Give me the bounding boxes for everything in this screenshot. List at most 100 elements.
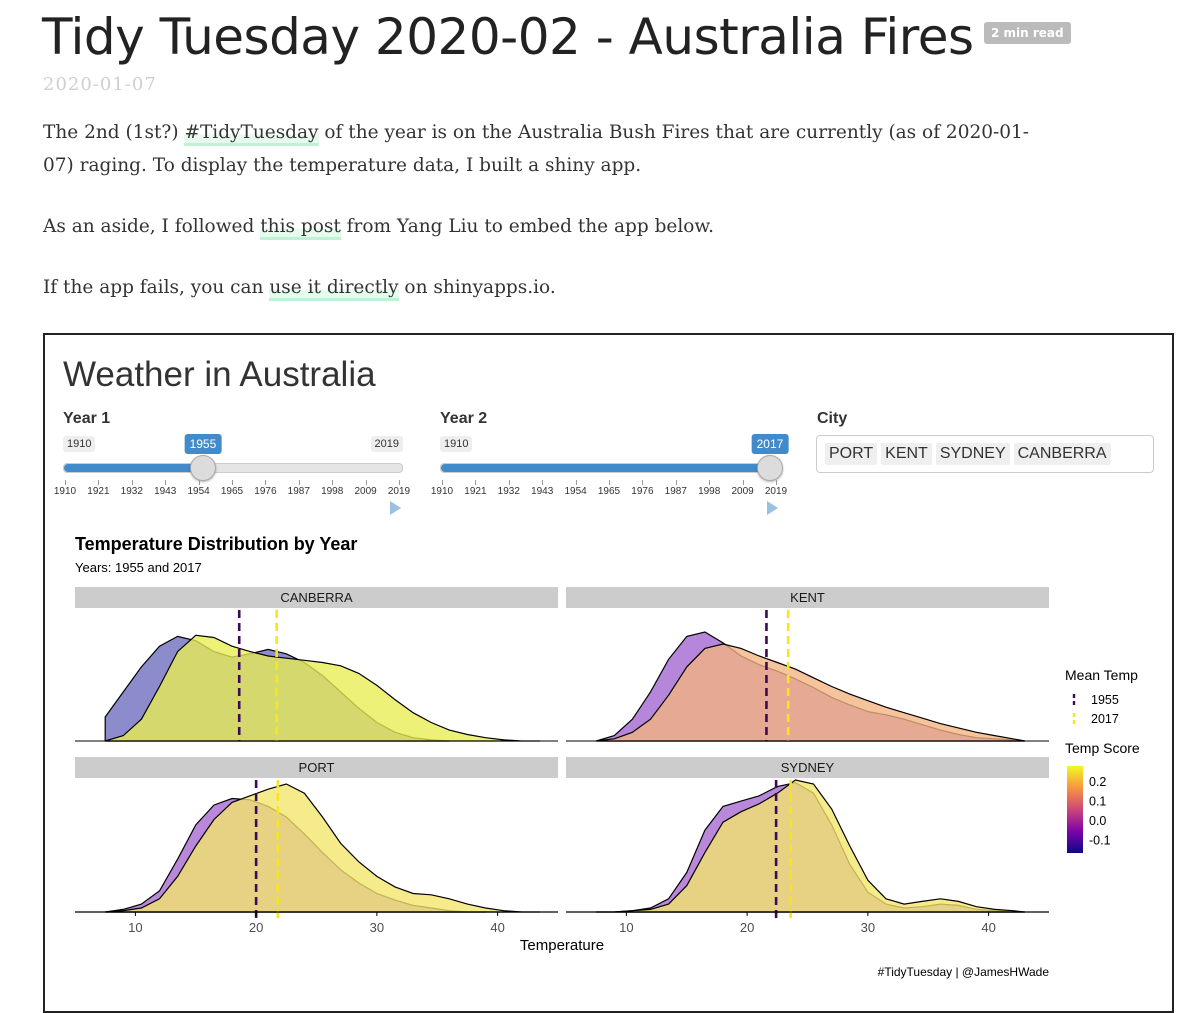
- slider-tick: [542, 480, 544, 485]
- legend-score-label: -0.1: [1089, 834, 1111, 848]
- year1-max-label: 2019: [370, 436, 403, 452]
- slider-tick-label: 1976: [254, 486, 277, 497]
- year1-handle[interactable]: [189, 455, 216, 481]
- slider-tick: [742, 480, 744, 485]
- legend-score-colorbar: [1067, 766, 1083, 853]
- x-tick-label: 40: [981, 920, 995, 935]
- chart-caption: #TidyTuesday | @JamesHWade: [878, 965, 1050, 979]
- use-it-directly-link[interactable]: use it directly: [269, 277, 399, 301]
- city-chip-kent[interactable]: KENT: [881, 443, 932, 465]
- year2-handle[interactable]: [756, 455, 783, 481]
- slider-tick-label: 2019: [387, 486, 411, 497]
- city-select-input[interactable]: PORT KENT SYDNEY CANBERRA: [816, 435, 1154, 473]
- facet-label-kent: KENT: [790, 590, 825, 605]
- year1-value-label: 1955: [184, 434, 222, 454]
- year2-play-icon[interactable]: [767, 501, 778, 515]
- legend-score-label: 0.0: [1089, 814, 1106, 828]
- density-port-2017: [105, 783, 540, 913]
- slider-tick: [442, 480, 443, 485]
- x-tick-label: 20: [740, 920, 754, 935]
- slider-tick: [575, 480, 577, 485]
- x-tick-label: 20: [249, 920, 263, 935]
- slider-tick: [165, 480, 167, 485]
- this-post-link[interactable]: this post: [260, 216, 341, 240]
- tidytuesday-link[interactable]: #TidyTuesday: [184, 122, 319, 146]
- slider-tick: [675, 480, 677, 485]
- slider-tick-label: 1987: [664, 486, 687, 497]
- legend-score-label: 0.1: [1089, 795, 1106, 809]
- slider-tick-label: 1954: [187, 486, 210, 497]
- legend-mean-label-2017: 2017: [1091, 712, 1119, 726]
- slider-tick-label: 1921: [464, 486, 487, 497]
- post-date: 2020-01-07: [43, 74, 157, 95]
- year2-track[interactable]: [440, 463, 780, 473]
- x-tick-label: 40: [490, 920, 504, 935]
- slider-tick-label: 1998: [321, 486, 344, 497]
- slider-tick-label: 2009: [731, 486, 754, 497]
- x-tick-label: 30: [861, 920, 875, 935]
- x-tick-label: 10: [128, 920, 142, 935]
- intro-paragraph: The 2nd (1st?) #TidyTuesday of the year …: [43, 116, 1043, 182]
- slider-tick: [776, 480, 777, 485]
- x-tick-label: 10: [619, 920, 633, 935]
- city-chip-canberra[interactable]: CANBERRA: [1013, 443, 1111, 465]
- city-label: City: [817, 410, 848, 427]
- x-axis-title: Temperature: [520, 937, 604, 954]
- city-chip-port[interactable]: PORT: [825, 443, 878, 465]
- density-sydney-2017: [596, 779, 1025, 913]
- x-tick-label: 30: [370, 920, 384, 935]
- aside-text-start: As an aside, I followed: [43, 216, 261, 237]
- year1-label: Year 1: [63, 410, 111, 427]
- slider-tick: [642, 480, 644, 485]
- chart-title: Temperature Distribution by Year: [75, 534, 357, 554]
- year2-ticks: 1910 1921 1932 1943 1954 1965 1976 1987 1998 2009…: [431, 480, 787, 500]
- slider-tick: [365, 480, 367, 485]
- legend-mean-title: Mean Temp: [1065, 667, 1138, 683]
- post-title: Tidy Tuesday 2020-02 - Australia Fires: [42, 8, 974, 66]
- slider-tick-label: 1910: [430, 486, 454, 497]
- facet-label-sydney: SYDNEY: [781, 760, 835, 775]
- year1-track[interactable]: [63, 463, 403, 473]
- year2-label: Year 2: [440, 410, 488, 427]
- intro-text-start: The 2nd (1st?): [43, 122, 185, 143]
- year2-min-label: 1910: [440, 436, 473, 452]
- slider-tick: [265, 480, 267, 485]
- year1-ticks: 1910 1921 1932 1943 1954 1965 1976 1987 1998 2009…: [54, 480, 410, 500]
- slider-tick-label: 1998: [698, 486, 721, 497]
- slider-tick-label: 1954: [564, 486, 587, 497]
- slider-tick: [131, 480, 133, 485]
- year2-fill: [441, 464, 771, 472]
- slider-tick-label: 1932: [497, 486, 520, 497]
- slider-tick-label: 1965: [597, 486, 621, 497]
- slider-tick: [65, 480, 66, 485]
- chart-subtitle: Years: 1955 and 2017: [75, 560, 202, 575]
- slider-tick: [232, 480, 233, 485]
- aside-text-end: from Yang Liu to embed the app below.: [340, 216, 714, 237]
- slider-tick: [609, 480, 610, 485]
- slider-tick-label: 1932: [120, 486, 143, 497]
- slider-tick-label: 1987: [287, 486, 310, 497]
- slider-tick-label: 1943: [531, 486, 554, 497]
- slider-tick: [399, 480, 400, 485]
- slider-tick: [709, 480, 711, 485]
- legend-mean-label-1955: 1955: [1091, 693, 1119, 707]
- slider-tick: [475, 480, 477, 485]
- year1-play-icon[interactable]: [390, 501, 401, 515]
- fallback-paragraph: If the app fails, you can use it directl…: [43, 271, 1043, 304]
- slider-tick-label: 2009: [354, 486, 377, 497]
- read-time-badge: 2 min read: [984, 22, 1071, 44]
- year2-value-label: 2017: [751, 434, 789, 454]
- slider-tick: [332, 480, 334, 485]
- slider-tick-label: 2019: [764, 486, 788, 497]
- slider-tick: [508, 480, 510, 485]
- fallback-text-end: on shinyapps.io.: [398, 277, 556, 298]
- embedded-shiny-app: Weather in Australia Year 1 1910 2019 19…: [43, 333, 1174, 1013]
- slider-tick-label: 1921: [87, 486, 110, 497]
- app-title: Weather in Australia: [63, 355, 376, 394]
- slider-tick-label: 1976: [631, 486, 654, 497]
- legend-score-title: Temp Score: [1065, 740, 1140, 756]
- temperature-distribution-plot: Temperature Distribution by Year Years: 1…: [75, 534, 1140, 979]
- year1-fill: [64, 464, 204, 472]
- aside-paragraph: As an aside, I followed this post from Y…: [43, 210, 1043, 243]
- city-chip-sydney[interactable]: SYDNEY: [935, 443, 1010, 465]
